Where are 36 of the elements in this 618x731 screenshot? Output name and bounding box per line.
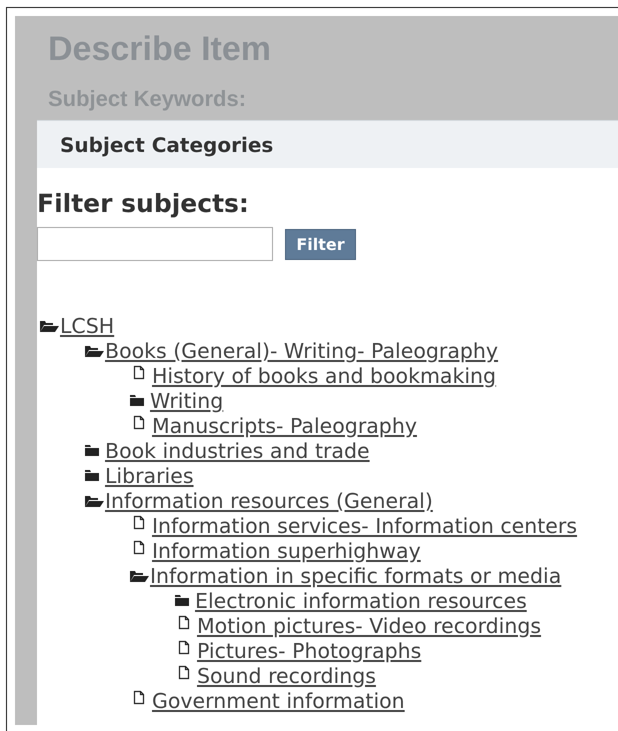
open-folder-icon[interactable] [84, 494, 104, 508]
folder-icon[interactable] [129, 394, 145, 407]
document-icon[interactable] [133, 515, 145, 530]
tree-link[interactable]: Government information [152, 688, 405, 712]
folder-icon[interactable] [84, 444, 100, 457]
document-icon[interactable] [178, 615, 190, 630]
tree-link[interactable]: Information superhighway [152, 538, 421, 562]
tree-link[interactable]: Sound recordings [197, 664, 376, 688]
document-icon[interactable] [178, 665, 190, 680]
tree-link[interactable]: Electronic information resources [195, 588, 527, 612]
document-icon[interactable] [178, 640, 190, 655]
tree-link[interactable]: Libraries [105, 464, 194, 488]
tree-link[interactable]: Motion pictures- Video recordings [197, 614, 542, 638]
tree-link[interactable]: LCSH [60, 314, 114, 338]
tree-link[interactable]: History of books and bookmaking [152, 364, 496, 388]
tree-link[interactable]: Pictures- Photographs [197, 638, 422, 662]
tree-link[interactable]: Books (General)- Writing- Paleography [105, 338, 498, 362]
open-folder-icon[interactable] [84, 344, 104, 358]
tree-link[interactable]: Information resources (General) [105, 488, 433, 512]
tree-link[interactable]: Information services- Information centers [152, 514, 578, 538]
open-folder-icon[interactable] [39, 318, 59, 332]
filter-label: Filter subjects: [37, 189, 250, 219]
document-icon[interactable] [133, 415, 145, 430]
tree-link[interactable]: Manuscripts- Paleography [152, 414, 417, 438]
filter-input[interactable] [37, 227, 273, 261]
dialog-title: Subject Categories [60, 132, 274, 156]
folder-icon[interactable] [174, 594, 190, 607]
document-icon[interactable] [133, 365, 145, 380]
tree-link[interactable]: Book industries and trade [105, 438, 370, 462]
filter-button[interactable]: Filter [285, 228, 356, 260]
tree-link[interactable]: Writing [150, 388, 224, 412]
folder-icon[interactable] [84, 469, 100, 482]
tree-link[interactable]: Information in specific formats or media [150, 564, 562, 588]
open-folder-icon[interactable] [129, 568, 149, 582]
document-icon[interactable] [133, 690, 145, 705]
document-icon[interactable] [133, 540, 145, 555]
